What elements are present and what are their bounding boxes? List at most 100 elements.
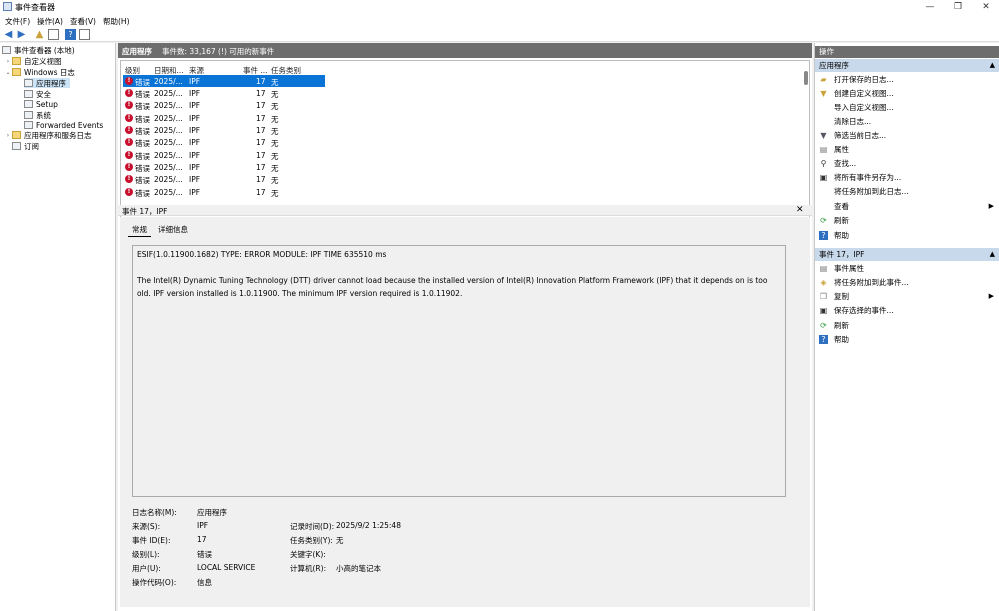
tab-general[interactable]: 常规 bbox=[128, 223, 151, 237]
refresh-icon: ⟳ bbox=[820, 216, 827, 225]
submenu-arrow-icon: ▶ bbox=[988, 202, 994, 210]
list-scrollbar[interactable] bbox=[804, 71, 808, 85]
minimize-button[interactable]: — bbox=[916, 0, 944, 14]
window-title: 事件查看器 bbox=[15, 3, 55, 12]
tree-custom-views[interactable]: › 自定义视图 bbox=[4, 56, 62, 66]
table-row[interactable]: ! 错误 2025/... IPF 17 无 bbox=[123, 124, 325, 136]
title-bar: 事件查看器 — ❐ ✕ bbox=[0, 0, 999, 14]
folder-icon bbox=[12, 57, 21, 65]
forward-icon[interactable]: ▶ bbox=[16, 29, 27, 40]
log-name: 应用程序 bbox=[122, 47, 152, 56]
user-value: LOCAL SERVICE bbox=[197, 563, 256, 572]
action-event-properties[interactable]: ▤ 事件属性 bbox=[815, 262, 999, 275]
table-row[interactable]: ! 错误 2025/... IPF 17 无 bbox=[123, 112, 325, 124]
event-viewer-icon bbox=[3, 2, 12, 11]
table-row[interactable]: ! 错误 2025/... IPF 17 无 bbox=[123, 173, 325, 185]
close-detail-icon[interactable]: ✕ bbox=[796, 205, 804, 215]
action-copy[interactable]: ❐ 复制 ▶ bbox=[815, 290, 999, 303]
log-icon bbox=[24, 79, 33, 87]
up-folder-icon[interactable]: ▲ bbox=[34, 29, 45, 40]
table-row[interactable]: ! 错误 2025/... IPF 17 无 bbox=[123, 87, 325, 99]
action-properties[interactable]: ▤ 属性 bbox=[815, 143, 999, 156]
collapse-icon[interactable]: ⌄ bbox=[4, 69, 12, 76]
show-hide-action-pane-icon[interactable] bbox=[79, 29, 90, 40]
action-save-selected-events[interactable]: ▣ 保存选择的事件... bbox=[815, 304, 999, 317]
action-clear-log[interactable]: 清除日志... bbox=[815, 115, 999, 128]
action-refresh-event[interactable]: ⟳ 刷新 bbox=[815, 319, 999, 332]
action-import-custom-view[interactable]: 导入自定义视图... bbox=[815, 101, 999, 114]
tree-setup[interactable]: Setup bbox=[24, 99, 58, 109]
table-row[interactable]: ! 错误 2025/... IPF 17 无 bbox=[123, 161, 325, 173]
table-row[interactable]: ! 错误 2025/... IPF 17 无 bbox=[123, 99, 325, 111]
action-create-custom-view[interactable]: ▼ 创建自定义视图... bbox=[815, 87, 999, 100]
menu-bar: 文件(F) 操作(A) 查看(V) 帮助(H) bbox=[0, 14, 999, 27]
error-icon: ! bbox=[125, 175, 133, 183]
task-icon: ◈ bbox=[820, 278, 827, 287]
task-category-label: 任务类别(Y): bbox=[290, 536, 333, 545]
help-icon[interactable]: ? bbox=[65, 29, 76, 40]
computer-icon bbox=[2, 46, 11, 54]
tree-windows-logs[interactable]: ⌄ Windows 日志 bbox=[4, 67, 74, 77]
action-help-event[interactable]: ? 帮助 bbox=[815, 333, 999, 346]
action-find[interactable]: ⚲ 查找... bbox=[815, 157, 999, 170]
log-icon bbox=[24, 121, 33, 129]
table-row[interactable]: ! 错误 2025/... IPF 17 无 bbox=[123, 149, 325, 161]
event-id-value: 17 bbox=[197, 535, 207, 544]
error-icon: ! bbox=[125, 188, 133, 196]
actions-section-log[interactable]: 应用程序 ▲ bbox=[815, 59, 999, 72]
folder-icon bbox=[12, 68, 21, 76]
action-attach-task-to-event[interactable]: ◈ 将任务附加到此事件... bbox=[815, 276, 999, 289]
tree-security[interactable]: 安全 bbox=[24, 89, 51, 99]
actions-section-event[interactable]: 事件 17，IPF ▲ bbox=[815, 248, 999, 261]
collapse-section-icon[interactable]: ▲ bbox=[990, 59, 995, 72]
level-value: 错误 bbox=[197, 550, 212, 559]
keywords-label: 关键字(K): bbox=[290, 550, 326, 559]
action-view[interactable]: 查看 ▶ bbox=[815, 200, 999, 213]
tree-forwarded-events[interactable]: Forwarded Events bbox=[24, 120, 103, 130]
action-filter-current-log[interactable]: ▼ 筛选当前日志... bbox=[815, 129, 999, 142]
refresh-icon: ⟳ bbox=[820, 321, 827, 330]
close-button[interactable]: ✕ bbox=[972, 0, 999, 14]
tab-details[interactable]: 详细信息 bbox=[154, 223, 192, 236]
menu-help[interactable]: 帮助(H) bbox=[103, 16, 130, 27]
folder-icon bbox=[12, 131, 21, 139]
expand-icon[interactable]: › bbox=[4, 132, 12, 139]
user-label: 用户(U): bbox=[132, 564, 161, 573]
action-attach-task-to-log[interactable]: 将任务附加到此日志... bbox=[815, 185, 999, 198]
detail-header: 事件 17，IPF ✕ bbox=[118, 205, 812, 216]
computer-label: 计算机(R): bbox=[290, 564, 327, 573]
table-row[interactable]: ! 错误 2025/... IPF 17 无 bbox=[123, 75, 325, 87]
menu-file[interactable]: 文件(F) bbox=[5, 16, 30, 27]
tree-system[interactable]: 系统 bbox=[24, 110, 51, 120]
expand-icon[interactable]: › bbox=[4, 58, 12, 65]
action-refresh[interactable]: ⟳ 刷新 bbox=[815, 214, 999, 227]
action-save-all-events[interactable]: ▣ 将所有事件另存为... bbox=[815, 171, 999, 184]
event-message-box[interactable]: ESIF(1.0.11900.1682) TYPE: ERROR MODULE:… bbox=[132, 245, 786, 497]
tree-root[interactable]: 事件查看器 (本地) bbox=[2, 45, 75, 55]
menu-action[interactable]: 操作(A) bbox=[37, 16, 63, 27]
error-icon: ! bbox=[125, 77, 133, 85]
tree-application[interactable]: 应用程序 bbox=[24, 78, 70, 88]
toolbar: ◀ ▶ ▲ ? bbox=[0, 27, 999, 42]
event-detail-pane: 常规 详细信息 ESIF(1.0.11900.1682) TYPE: ERROR… bbox=[120, 217, 810, 607]
opcode-label: 操作代码(O): bbox=[132, 578, 177, 587]
action-open-saved-log[interactable]: ▰ 打开保存的日志... bbox=[815, 73, 999, 86]
subscription-icon bbox=[12, 142, 21, 150]
tree-subscriptions[interactable]: 订阅 bbox=[12, 141, 39, 151]
filter-icon: ▼ bbox=[820, 131, 827, 140]
maximize-button[interactable]: ❐ bbox=[944, 0, 972, 14]
menu-view[interactable]: 查看(V) bbox=[70, 16, 96, 27]
save-icon: ▣ bbox=[819, 306, 828, 315]
collapse-section-icon[interactable]: ▲ bbox=[990, 248, 995, 261]
back-icon[interactable]: ◀ bbox=[3, 29, 14, 40]
opcode-value: 信息 bbox=[197, 578, 212, 587]
tree-app-services-logs[interactable]: › 应用程序和服务日志 bbox=[4, 130, 92, 140]
filter-icon: ▼ bbox=[820, 89, 827, 98]
action-help[interactable]: ? 帮助 bbox=[815, 229, 999, 242]
error-icon: ! bbox=[125, 151, 133, 159]
level-label: 级别(L): bbox=[132, 550, 160, 559]
table-row[interactable]: ! 错误 2025/... IPF 17 无 bbox=[123, 136, 325, 148]
error-icon: ! bbox=[125, 163, 133, 171]
show-hide-tree-icon[interactable] bbox=[48, 29, 59, 40]
table-row[interactable]: ! 错误 2025/... IPF 17 无 bbox=[123, 186, 325, 198]
